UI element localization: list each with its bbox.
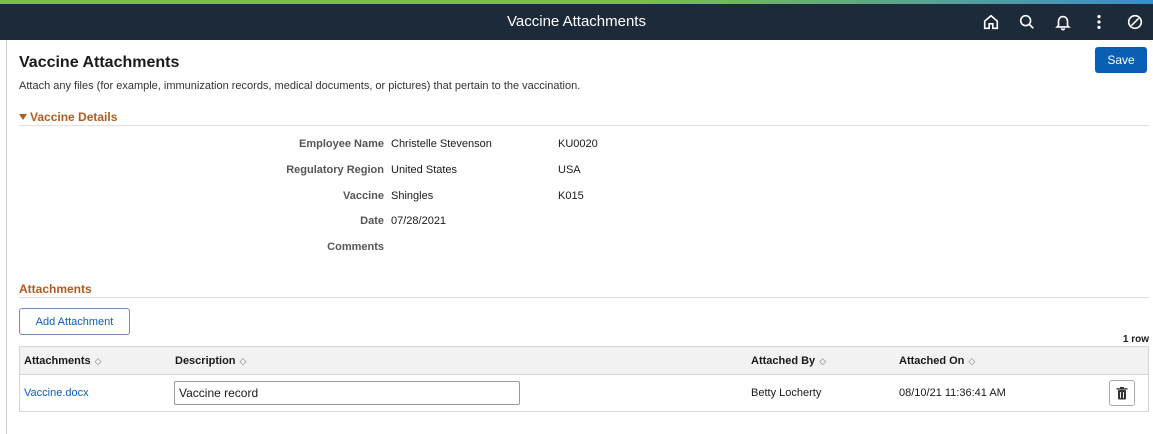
sort-icon: ◇ (819, 356, 827, 366)
add-attachment-button[interactable]: Add Attachment (19, 308, 130, 335)
row-count: 1 row (1122, 334, 1149, 345)
employee-name-label: Employee Name (299, 138, 384, 150)
vaccine-details-toggle[interactable]: Vaccine Details (19, 110, 117, 124)
column-header-attached-on[interactable]: Attached On ◇ (899, 347, 975, 375)
attached-on-value: 08/10/21 11:36:41 AM (899, 387, 1006, 399)
more-actions-icon[interactable] (1081, 4, 1117, 40)
section-divider (19, 125, 1149, 126)
home-icon[interactable] (973, 4, 1009, 40)
sort-icon: ◇ (239, 356, 247, 366)
description-input[interactable] (174, 381, 520, 405)
collapse-triangle-icon (19, 114, 27, 120)
attached-by-value: Betty Locherty (751, 387, 822, 399)
attachments-grid: Attachments ◇ Description ◇ Attached By ◇ A… (19, 346, 1149, 412)
vaccine-code: K015 (558, 190, 584, 202)
sort-icon: ◇ (968, 356, 976, 366)
comments-label: Comments (327, 241, 384, 253)
navbar-icon[interactable] (1117, 4, 1153, 40)
regulatory-region-label: Regulatory Region (286, 164, 384, 176)
column-header-attached-by[interactable]: Attached By ◇ (751, 347, 826, 375)
trash-icon (1116, 386, 1128, 399)
regulatory-region-value: United States (391, 164, 458, 176)
vaccine-value: Shingles (391, 190, 434, 202)
vaccine-label: Vaccine (343, 190, 384, 202)
page-title: Vaccine Attachments (19, 54, 180, 71)
page-description: Attach any files (for example, immunizat… (19, 80, 581, 92)
attachments-header: Attachments (19, 282, 92, 296)
date-label: Date (360, 215, 384, 227)
search-icon[interactable] (1009, 4, 1045, 40)
employee-id-value: KU0020 (558, 138, 598, 150)
delete-row-button[interactable] (1109, 380, 1135, 406)
regulatory-region-code: USA (558, 164, 581, 176)
vaccine-details-header: Vaccine Details (30, 110, 118, 124)
employee-name-value: Christelle Stevenson (391, 138, 492, 150)
column-header-description[interactable]: Description ◇ (175, 347, 246, 375)
save-button[interactable]: Save (1095, 47, 1147, 73)
date-value: 07/28/2021 (391, 215, 447, 227)
column-header-attachments[interactable]: Attachments ◇ (24, 347, 102, 375)
top-banner: Vaccine Attachments (0, 4, 1153, 40)
grid-header: Attachments ◇ Description ◇ Attached By ◇ A… (20, 347, 1148, 375)
banner-actions (973, 4, 1153, 40)
attachment-file-link[interactable]: Vaccine.docx (24, 387, 89, 399)
sort-icon: ◇ (94, 356, 102, 366)
notification-bell-icon[interactable] (1045, 4, 1081, 40)
section-divider (19, 297, 1149, 298)
left-rule (0, 40, 7, 434)
